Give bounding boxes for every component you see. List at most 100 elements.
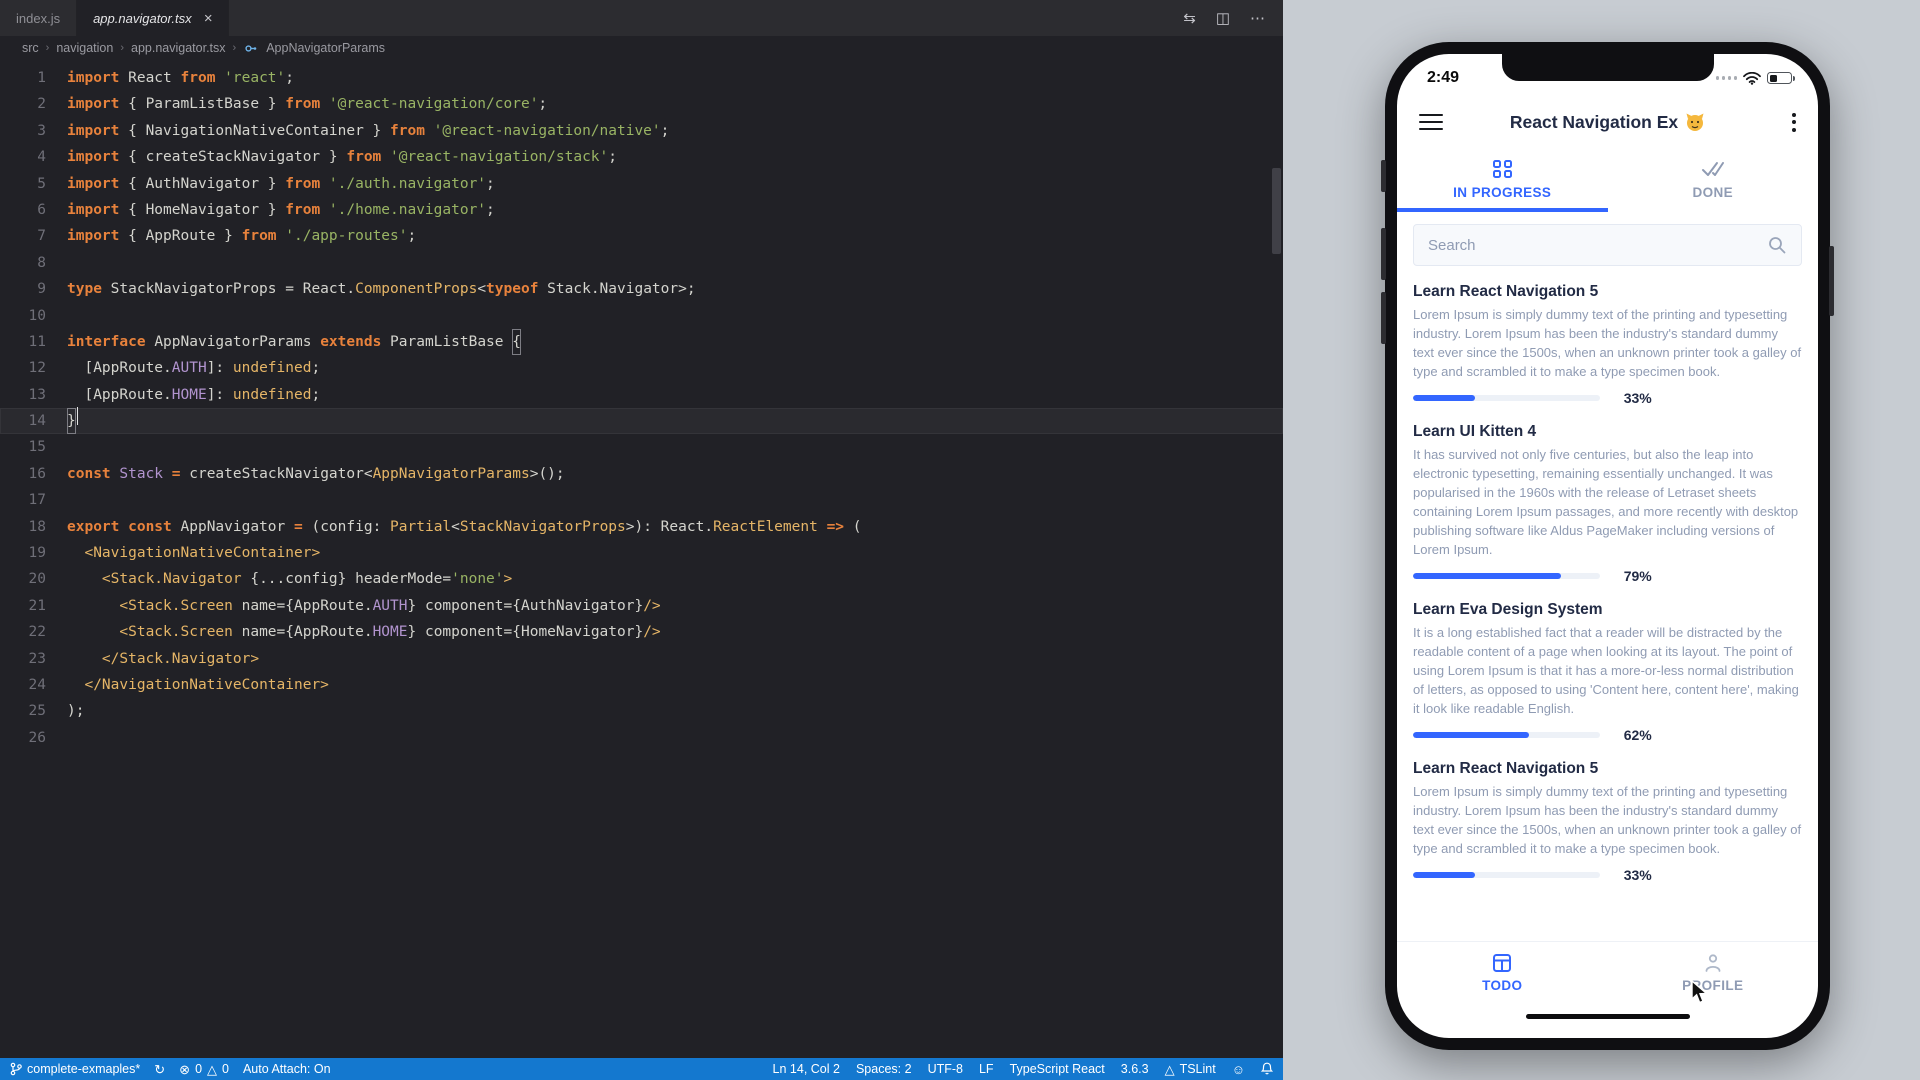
tab-in-progress[interactable]: IN PROGRESS — [1397, 148, 1608, 212]
cellular-signal-icon — [1716, 76, 1738, 80]
language-item[interactable]: TypeScript React — [1010, 1062, 1105, 1076]
tab-label: app.navigator.tsx — [93, 11, 192, 26]
code-lines: 1import React from 'react';2import { Par… — [0, 65, 1283, 751]
progress-track — [1413, 395, 1600, 401]
task-item-2[interactable]: Learn UI Kitten 4It has survived not onl… — [1397, 414, 1818, 592]
code-line-2[interactable]: 2import { ParamListBase } from '@react-n… — [0, 91, 1283, 117]
profile-person-icon — [1702, 952, 1724, 974]
line-number: 22 — [0, 619, 67, 645]
tab-done[interactable]: DONE — [1608, 148, 1819, 212]
indentation-item[interactable]: Spaces: 2 — [856, 1062, 912, 1076]
code-line-1[interactable]: 1import React from 'react'; — [0, 65, 1283, 91]
notifications-bell-icon[interactable] — [1261, 1062, 1273, 1076]
line-number: 13 — [0, 382, 67, 408]
tab-app-navigator-tsx[interactable]: app.navigator.tsx × — [77, 0, 229, 36]
progress-fill — [1413, 573, 1561, 579]
code-line-14[interactable]: 14} — [0, 408, 1283, 434]
problems-item[interactable]: ⊗ 0 △ 0 — [179, 1062, 229, 1076]
home-indicator[interactable] — [1526, 1014, 1690, 1019]
git-branch-item[interactable]: complete-exmaples* — [10, 1062, 140, 1076]
search-icon — [1767, 235, 1787, 255]
desktop: index.js app.navigator.tsx × ⇆ ◫ ⋯ src ›… — [0, 0, 1920, 1080]
cursor-position-item[interactable]: Ln 14, Col 2 — [773, 1062, 840, 1076]
task-item-4[interactable]: Learn React Navigation 5 Lorem Ipsum is s… — [1397, 751, 1818, 891]
eol-item[interactable]: LF — [979, 1062, 994, 1076]
auto-attach-label: Auto Attach: On — [243, 1062, 331, 1076]
bottom-tab-todo[interactable]: TODO — [1397, 952, 1608, 993]
code-line-12[interactable]: 12 [AppRoute.AUTH]: undefined; — [0, 355, 1283, 381]
tslint-item[interactable]: △ TSLint — [1165, 1062, 1216, 1076]
bottom-tab-bar: TODO PROFILE — [1397, 942, 1818, 1002]
code-line-15[interactable]: 15 — [0, 434, 1283, 460]
breadcrumb-navigation[interactable]: navigation — [56, 41, 113, 55]
code-line-3[interactable]: 3import { NavigationNativeContainer } fr… — [0, 118, 1283, 144]
sync-item[interactable]: ↻ — [154, 1063, 165, 1076]
task-title: Learn React Navigation 5 — [1413, 760, 1802, 778]
code-line-19[interactable]: 19 <NavigationNativeContainer> — [0, 540, 1283, 566]
bottom-tab-profile[interactable]: PROFILE — [1608, 952, 1819, 993]
tab-label: index.js — [16, 11, 60, 26]
task-item-1[interactable]: Learn React Navigation 5Lorem Ipsum is s… — [1397, 274, 1818, 414]
progress-label: 79% — [1624, 568, 1652, 584]
toggle-changes-icon[interactable]: ⇆ — [1183, 9, 1196, 27]
split-editor-icon[interactable]: ◫ — [1216, 9, 1230, 27]
code-line-7[interactable]: 7import { AppRoute } from './app-routes'… — [0, 223, 1283, 249]
phone-notch — [1502, 54, 1714, 81]
phone-device: 2:49 React Navigation Ex IN PROG — [1385, 42, 1830, 1050]
more-actions-icon[interactable]: ⋯ — [1250, 9, 1265, 27]
auto-attach-item[interactable]: Auto Attach: On — [243, 1062, 331, 1076]
code-line-8[interactable]: 8 — [0, 250, 1283, 276]
overflow-menu-icon[interactable] — [1792, 113, 1796, 132]
top-tab-bar: IN PROGRESS DONE — [1397, 148, 1818, 212]
line-number: 26 — [0, 725, 67, 751]
code-line-20[interactable]: 20 <Stack.Navigator {...config} headerMo… — [0, 566, 1283, 592]
breadcrumb: src › navigation › app.navigator.tsx › A… — [0, 36, 1283, 60]
tslint-warning-icon: △ — [1165, 1063, 1175, 1076]
line-number: 18 — [0, 514, 67, 540]
close-tab-icon[interactable]: × — [204, 11, 213, 26]
line-number: 11 — [0, 329, 67, 355]
status-bar: complete-exmaples* ↻ ⊗ 0 △ 0 Auto Attach… — [0, 1058, 1283, 1080]
version-item[interactable]: 3.6.3 — [1121, 1062, 1149, 1076]
code-line-24[interactable]: 24 </NavigationNativeContainer> — [0, 672, 1283, 698]
code-editor[interactable]: 1import React from 'react';2import { Par… — [0, 60, 1283, 1058]
menu-hamburger-icon[interactable] — [1419, 114, 1443, 131]
code-line-25[interactable]: 25); — [0, 698, 1283, 724]
code-line-16[interactable]: 16const Stack = createStackNavigator<App… — [0, 461, 1283, 487]
code-line-22[interactable]: 22 <Stack.Screen name={AppRoute.HOME} co… — [0, 619, 1283, 645]
editor-scrollbar[interactable] — [1272, 168, 1281, 254]
mute-switch — [1381, 160, 1386, 192]
code-line-5[interactable]: 5import { AuthNavigator } from './auth.n… — [0, 171, 1283, 197]
code-line-6[interactable]: 6import { HomeNavigator } from './home.n… — [0, 197, 1283, 223]
phone-screen: 2:49 React Navigation Ex IN PROG — [1397, 54, 1818, 1038]
clock-label: 2:49 — [1427, 69, 1459, 87]
encoding-item[interactable]: UTF-8 — [928, 1062, 963, 1076]
line-number: 15 — [0, 434, 67, 460]
task-item-3[interactable]: Learn Eva Design SystemIt is a long esta… — [1397, 592, 1818, 751]
breadcrumb-separator: › — [46, 42, 50, 54]
line-number: 17 — [0, 487, 67, 513]
code-line-26[interactable]: 26 — [0, 725, 1283, 751]
code-line-4[interactable]: 4import { createStackNavigator } from '@… — [0, 144, 1283, 170]
task-description: Lorem Ipsum is simply dummy text of the … — [1413, 782, 1802, 858]
code-line-17[interactable]: 17 — [0, 487, 1283, 513]
code-line-11[interactable]: 11interface AppNavigatorParams extends P… — [0, 329, 1283, 355]
line-number: 24 — [0, 672, 67, 698]
symbol-interface-icon — [244, 42, 257, 55]
app-title: React Navigation Ex — [1397, 112, 1818, 133]
feedback-smiley-icon[interactable]: ☺ — [1232, 1063, 1245, 1076]
breadcrumb-src[interactable]: src — [22, 41, 39, 55]
grid-icon — [1493, 160, 1512, 179]
code-line-23[interactable]: 23 </Stack.Navigator> — [0, 646, 1283, 672]
code-line-18[interactable]: 18export const AppNavigator = (config: P… — [0, 514, 1283, 540]
tab-index-js[interactable]: index.js — [0, 0, 77, 36]
code-line-21[interactable]: 21 <Stack.Screen name={AppRoute.AUTH} co… — [0, 593, 1283, 619]
code-line-9[interactable]: 9type StackNavigatorProps = React.Compon… — [0, 276, 1283, 302]
code-line-13[interactable]: 13 [AppRoute.HOME]: undefined; — [0, 382, 1283, 408]
breadcrumb-file[interactable]: app.navigator.tsx — [131, 41, 226, 55]
search-input[interactable]: Search — [1413, 224, 1802, 266]
branch-name: complete-exmaples* — [27, 1062, 140, 1076]
line-number: 9 — [0, 276, 67, 302]
code-line-10[interactable]: 10 — [0, 303, 1283, 329]
breadcrumb-symbol[interactable]: AppNavigatorParams — [266, 41, 385, 55]
